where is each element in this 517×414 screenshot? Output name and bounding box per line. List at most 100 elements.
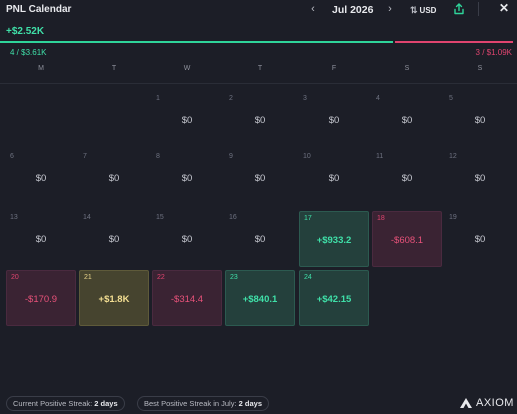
- day-number: 9: [229, 153, 233, 160]
- day-pnl: $0: [328, 115, 340, 126]
- day-pnl: +$933.2: [316, 235, 352, 246]
- swap-vertical-icon: ⇅: [410, 5, 418, 15]
- day-pnl: -$170.9: [24, 294, 58, 305]
- weekday-label: T: [111, 65, 117, 72]
- day-pnl: $0: [474, 234, 486, 245]
- day-number: 23: [230, 274, 238, 281]
- win-summary: 4 / $3.61K: [10, 48, 47, 57]
- total-pnl: +$2.52K: [6, 26, 45, 37]
- day-pnl: $0: [254, 115, 266, 126]
- calendar-day-cell[interactable]: 20 -$170.9: [6, 270, 76, 326]
- day-number: 1: [156, 95, 160, 102]
- calendar-day-cell[interactable]: 1 $0: [152, 92, 222, 148]
- axiom-logo-icon: [460, 398, 472, 408]
- day-pnl: $0: [181, 173, 193, 184]
- calendar-day-cell[interactable]: 6 $0: [6, 150, 76, 206]
- calendar-day-cell[interactable]: 15 $0: [152, 211, 222, 267]
- month-label: Jul 2026: [332, 4, 374, 16]
- day-pnl: $0: [108, 173, 120, 184]
- loss-summary: 3 / $1.09K: [475, 48, 512, 57]
- calendar-day-cell[interactable]: 9 $0: [225, 150, 295, 206]
- day-number: 2: [229, 95, 233, 102]
- day-pnl: +$42.15: [316, 294, 352, 305]
- day-pnl: $0: [254, 173, 266, 184]
- divider: [0, 83, 517, 84]
- calendar-header: PNL Calendar ‹ Jul 2026 › ⇅ USD ✕: [0, 0, 517, 20]
- day-number: 5: [449, 95, 453, 102]
- day-pnl: $0: [254, 234, 266, 245]
- calendar-day-cell[interactable]: 22 -$314.4: [152, 270, 222, 326]
- calendar-day-cell[interactable]: 8 $0: [152, 150, 222, 206]
- day-number: 6: [10, 153, 14, 160]
- loss-bar: [395, 41, 513, 43]
- day-pnl: $0: [474, 173, 486, 184]
- weekday-label: W: [183, 65, 191, 72]
- calendar-day-cell[interactable]: 4 $0: [372, 92, 442, 148]
- divider: [478, 2, 479, 16]
- day-pnl: $0: [108, 234, 120, 245]
- day-number: 13: [10, 214, 18, 221]
- day-pnl: $0: [181, 115, 193, 126]
- day-pnl: $0: [35, 234, 47, 245]
- current-streak-badge: Current Positive Streak: 2 days: [6, 396, 125, 411]
- calendar-day-cell[interactable]: 7 $0: [79, 150, 149, 206]
- best-streak-value: 2 days: [238, 399, 262, 408]
- day-number: 11: [376, 153, 384, 160]
- day-pnl: $0: [474, 115, 486, 126]
- day-number: 21: [84, 274, 92, 281]
- calendar-day-cell[interactable]: 11 $0: [372, 150, 442, 206]
- calendar-day-cell[interactable]: 18 -$608.1: [372, 211, 442, 267]
- win-bar: [0, 41, 393, 43]
- brand-name: AXIOM: [476, 397, 514, 409]
- calendar-day-cell[interactable]: 3 $0: [299, 92, 369, 148]
- weekday-label: S: [404, 65, 410, 72]
- best-streak-label: Best Positive Streak in July:: [144, 399, 237, 408]
- calendar-day-cell[interactable]: 21 +$1.8K: [79, 270, 149, 326]
- current-streak-label: Current Positive Streak:: [13, 399, 93, 408]
- day-pnl: $0: [401, 115, 413, 126]
- day-number: 15: [156, 214, 164, 221]
- day-number: 20: [11, 274, 19, 281]
- day-number: 14: [83, 214, 91, 221]
- share-icon[interactable]: [452, 2, 466, 16]
- day-number: 12: [449, 153, 457, 160]
- calendar-day-cell[interactable]: 23 +$840.1: [225, 270, 295, 326]
- day-number: 18: [377, 215, 385, 222]
- day-pnl: -$314.4: [170, 294, 204, 305]
- day-pnl: $0: [328, 173, 340, 184]
- day-pnl: $0: [181, 234, 193, 245]
- page-title: PNL Calendar: [6, 4, 72, 15]
- brand-logo: AXIOM: [460, 397, 514, 409]
- weekday-label: F: [331, 65, 337, 72]
- calendar-day-cell[interactable]: 14 $0: [79, 211, 149, 267]
- current-streak-value: 2 days: [94, 399, 118, 408]
- day-number: 19: [449, 214, 457, 221]
- calendar-day-cell[interactable]: 13 $0: [6, 211, 76, 267]
- chevron-right-icon[interactable]: ›: [383, 3, 397, 15]
- day-pnl: +$840.1: [242, 294, 278, 305]
- day-number: 10: [303, 153, 311, 160]
- calendar-day-cell[interactable]: 2 $0: [225, 92, 295, 148]
- currency-label: USD: [419, 6, 437, 15]
- day-number: 17: [304, 215, 312, 222]
- calendar-day-cell[interactable]: 16 $0: [225, 211, 295, 267]
- day-pnl: -$608.1: [390, 235, 424, 246]
- calendar-day-cell[interactable]: 12 $0: [445, 150, 515, 206]
- close-icon[interactable]: ✕: [499, 1, 509, 15]
- calendar-day-cell[interactable]: 19 $0: [445, 211, 515, 267]
- day-number: 4: [376, 95, 380, 102]
- day-number: 8: [156, 153, 160, 160]
- calendar-day-cell[interactable]: 5 $0: [445, 92, 515, 148]
- day-pnl: +$1.8K: [98, 294, 130, 305]
- day-pnl: $0: [35, 173, 47, 184]
- currency-toggle[interactable]: ⇅ USD: [410, 5, 436, 16]
- weekday-label: S: [477, 65, 483, 72]
- calendar-day-cell[interactable]: 10 $0: [299, 150, 369, 206]
- best-streak-badge: Best Positive Streak in July: 2 days: [137, 396, 269, 411]
- calendar-day-cell[interactable]: 17 +$933.2: [299, 211, 369, 267]
- chevron-left-icon[interactable]: ‹: [306, 3, 320, 15]
- weekday-label: M: [38, 65, 44, 72]
- day-pnl: $0: [401, 173, 413, 184]
- calendar-day-cell[interactable]: 24 +$42.15: [299, 270, 369, 326]
- day-number: 22: [157, 274, 165, 281]
